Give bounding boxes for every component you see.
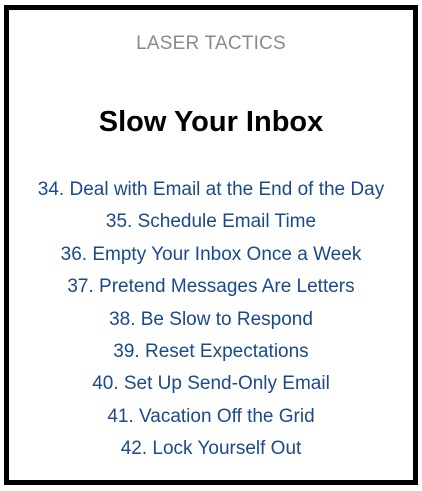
page-frame: LASER TACTICS Slow Your Inbox 34. Deal w…	[4, 5, 418, 485]
toc-item: 37. Pretend Messages Are Letters	[9, 271, 413, 303]
toc-item: 36. Empty Your Inbox Once a Week	[9, 239, 413, 271]
toc-link-35[interactable]: 35. Schedule Email Time	[106, 211, 316, 232]
toc-item: 40. Set Up Send-Only Email	[9, 368, 413, 400]
toc-link-34[interactable]: 34. Deal with Email at the End of the Da…	[38, 179, 384, 200]
toc-item: 42. Lock Yourself Out	[9, 433, 413, 465]
toc-link-42[interactable]: 42. Lock Yourself Out	[121, 438, 302, 459]
table-of-contents: 34. Deal with Email at the End of the Da…	[9, 174, 413, 466]
toc-link-39[interactable]: 39. Reset Expectations	[113, 341, 308, 362]
toc-item: 35. Schedule Email Time	[9, 206, 413, 238]
toc-item: 38. Be Slow to Respond	[9, 304, 413, 336]
toc-link-37[interactable]: 37. Pretend Messages Are Letters	[67, 276, 354, 297]
section-label: LASER TACTICS	[136, 33, 286, 54]
toc-link-41[interactable]: 41. Vacation Off the Grid	[107, 406, 314, 427]
page-title: Slow Your Inbox	[98, 106, 324, 138]
toc-item: 34. Deal with Email at the End of the Da…	[9, 174, 413, 206]
toc-item: 39. Reset Expectations	[9, 336, 413, 368]
toc-link-36[interactable]: 36. Empty Your Inbox Once a Week	[61, 244, 362, 265]
toc-link-40[interactable]: 40. Set Up Send-Only Email	[92, 373, 330, 394]
toc-item: 41. Vacation Off the Grid	[9, 401, 413, 433]
toc-link-38[interactable]: 38. Be Slow to Respond	[109, 309, 313, 330]
